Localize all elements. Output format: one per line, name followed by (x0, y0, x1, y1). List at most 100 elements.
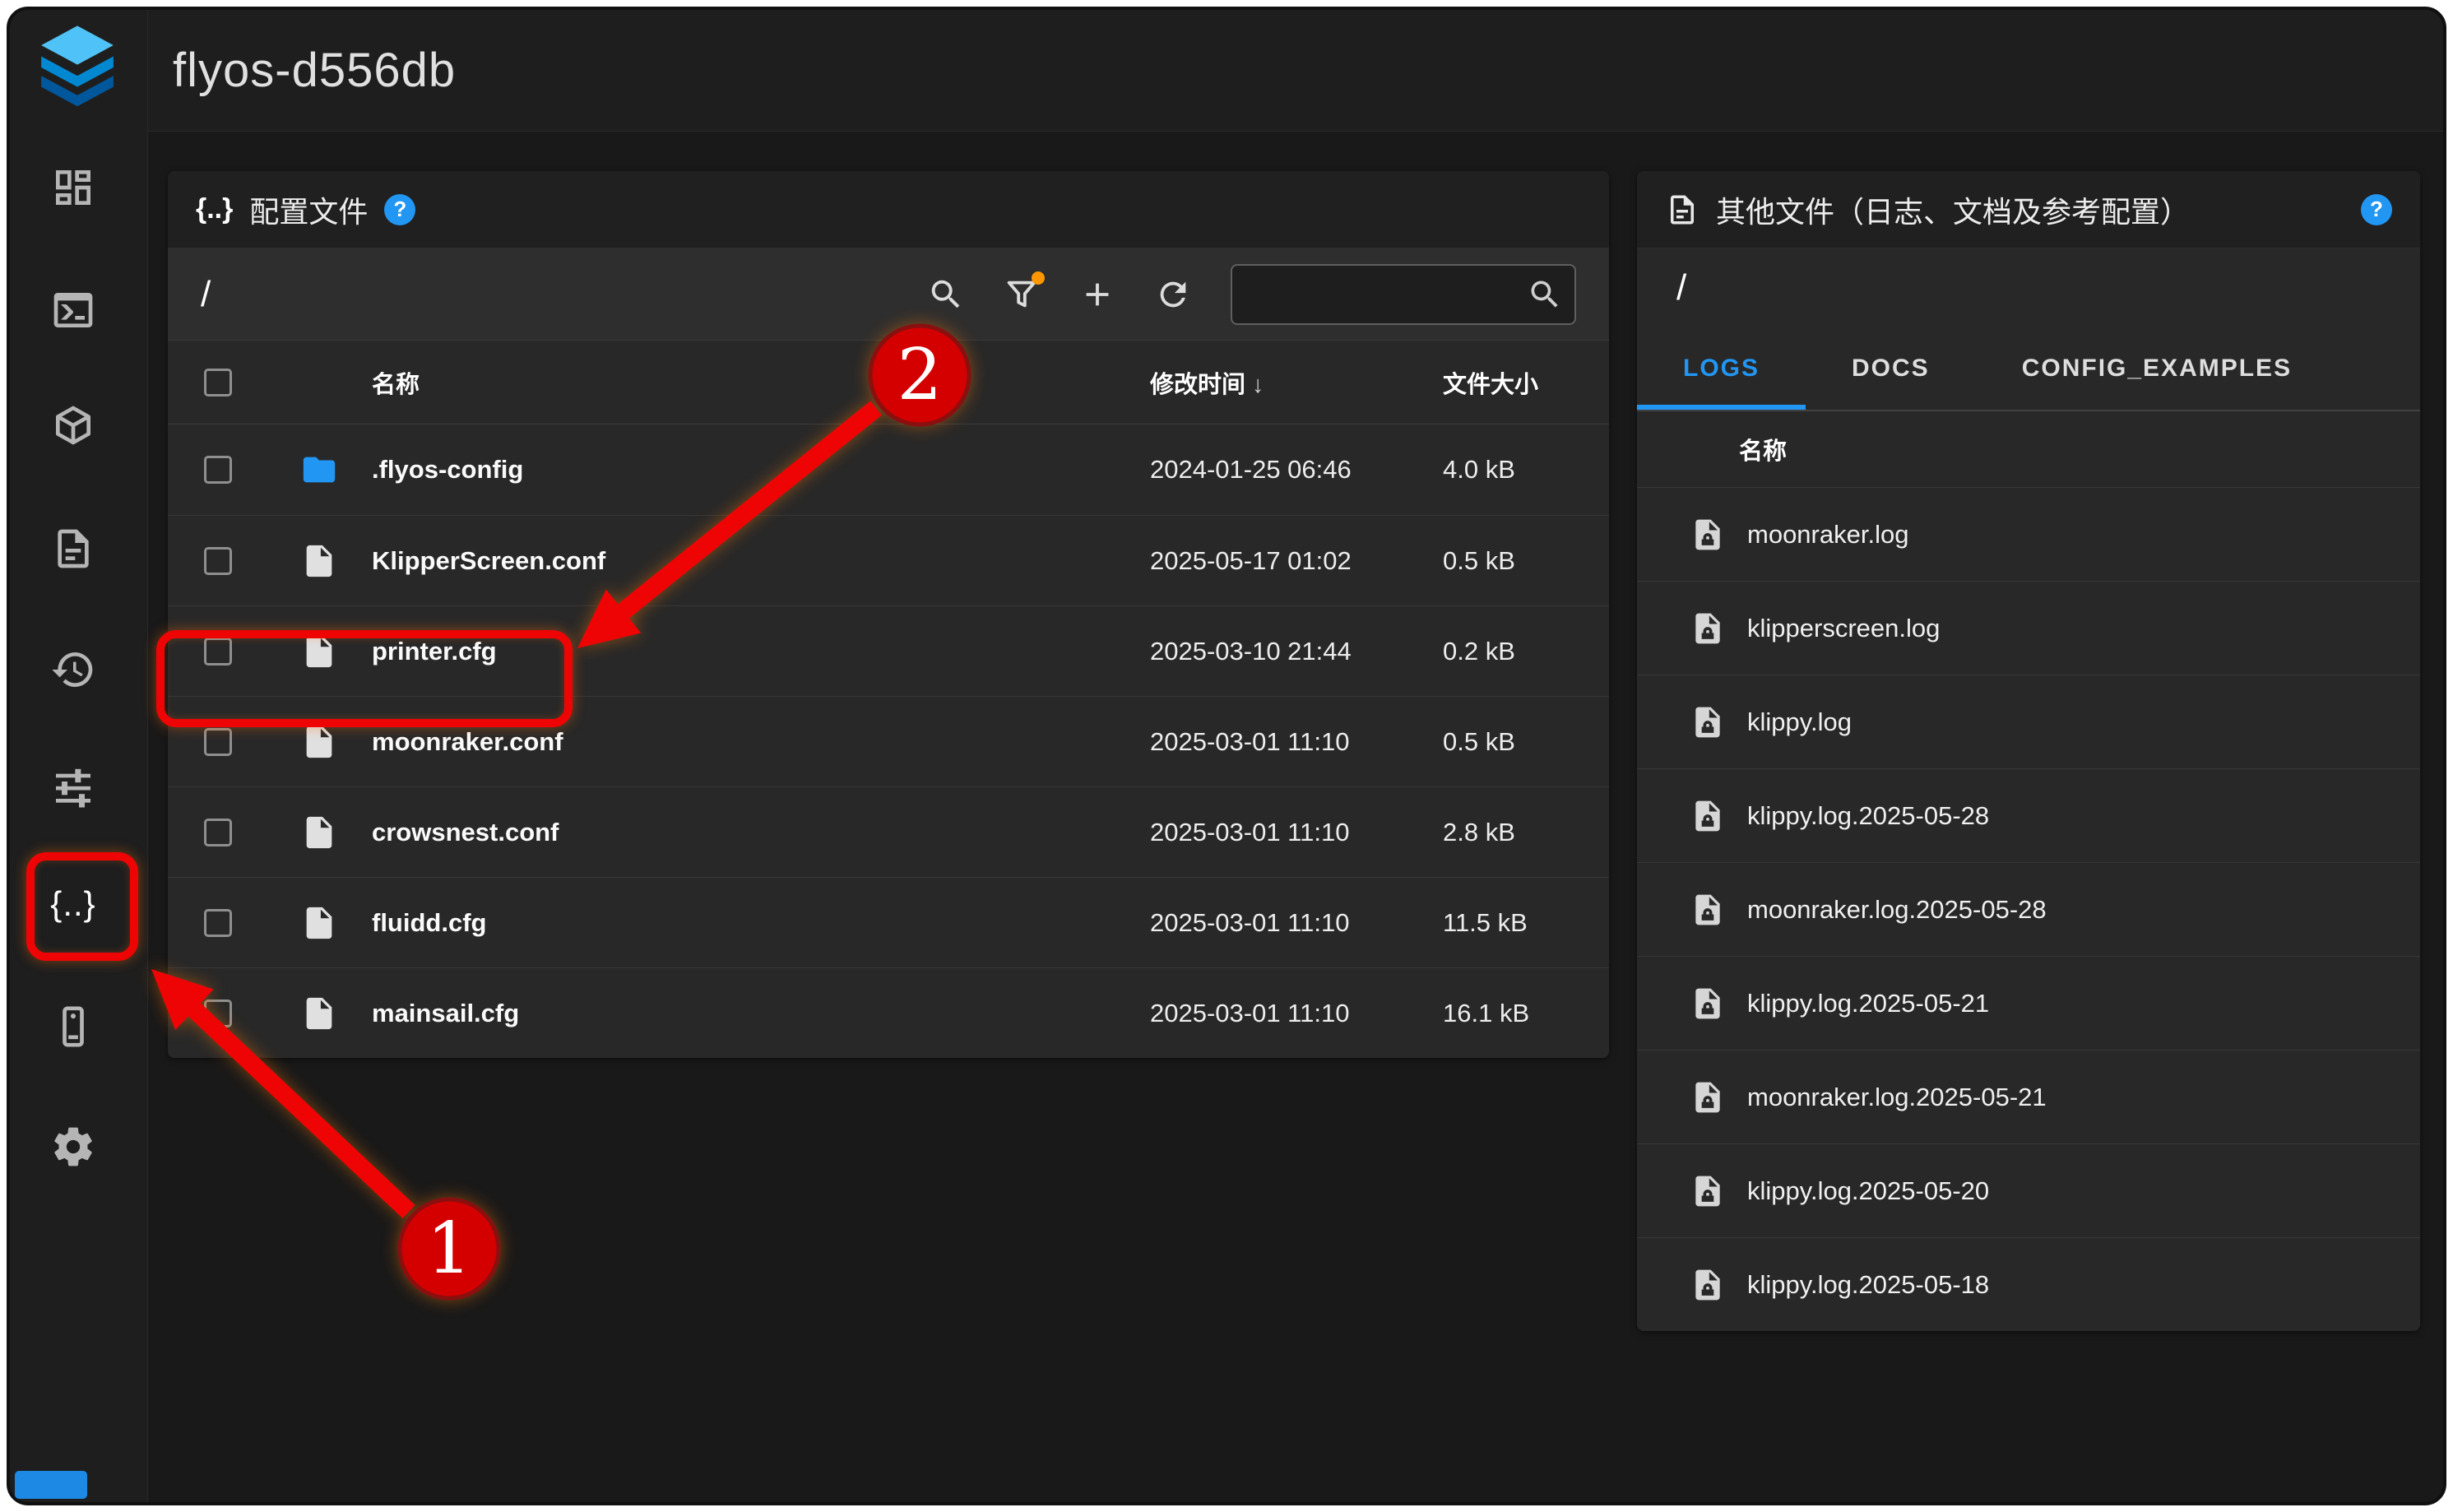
locked-file-icon (1690, 798, 1726, 834)
list-item[interactable]: klippy.log.2025-05-18 (1637, 1237, 2420, 1331)
console-icon[interactable] (34, 271, 113, 350)
log-file-name: klippy.log (1747, 707, 1852, 737)
locked-file-icon (1690, 1173, 1726, 1209)
file-type-icon (300, 542, 338, 580)
configure-braces-icon[interactable]: {..} (34, 865, 113, 944)
filter-icon[interactable] (1000, 273, 1043, 316)
column-name[interactable]: 名称 (372, 365, 1150, 400)
file-size: 2.8 kB (1443, 818, 1576, 847)
tab-logs[interactable]: LOGS (1637, 327, 1806, 410)
file-type-icon (300, 633, 338, 670)
file-name: KlipperScreen.conf (372, 546, 1150, 576)
search-icon[interactable] (925, 273, 967, 316)
log-file-name: moonraker.log.2025-05-28 (1747, 895, 2047, 925)
other-panel-header: 其他文件（日志、文档及参考配置） ? (1637, 171, 2420, 248)
file-name: mainsail.cfg (372, 999, 1150, 1028)
select-all-checkbox[interactable] (204, 369, 232, 397)
document-icon[interactable] (34, 509, 113, 588)
file-name: fluidd.cfg (372, 908, 1150, 938)
list-item[interactable]: moonraker.log.2025-05-21 (1637, 1050, 2420, 1143)
log-file-name: klippy.log.2025-05-20 (1747, 1176, 1989, 1206)
row-checkbox[interactable] (204, 638, 232, 666)
column-modified[interactable]: 修改时间↓ (1150, 365, 1443, 400)
file-size: 16.1 kB (1443, 999, 1576, 1028)
breadcrumb-path[interactable]: / (1637, 248, 2420, 327)
list-item[interactable]: klippy.log (1637, 675, 2420, 768)
braces-label: {..} (50, 884, 95, 924)
table-row[interactable]: printer.cfg 2025-03-10 21:44 0.2 kB (168, 605, 1609, 696)
row-checkbox[interactable] (204, 909, 232, 937)
file-modified: 2024-01-25 06:46 (1150, 455, 1443, 485)
log-file-list: moonraker.log klipperscreen.log klippy.l… (1637, 487, 2420, 1331)
column-name: 名称 (1637, 411, 2420, 487)
list-item[interactable]: klippy.log.2025-05-20 (1637, 1143, 2420, 1237)
dashboard-icon[interactable] (34, 148, 113, 227)
help-icon[interactable]: ? (384, 194, 415, 225)
list-item[interactable]: klippy.log.2025-05-28 (1637, 768, 2420, 862)
file-name: moonraker.conf (372, 727, 1150, 757)
row-checkbox[interactable] (204, 547, 232, 575)
locked-file-icon (1690, 986, 1726, 1022)
file-modified: 2025-03-01 11:10 (1150, 727, 1443, 757)
other-panel-title: 其他文件（日志、文档及参考配置） (1716, 188, 2190, 231)
annotation-circle-1 (400, 1199, 498, 1298)
settings-gear-icon[interactable] (34, 1107, 113, 1186)
list-item[interactable]: klipperscreen.log (1637, 581, 2420, 675)
log-file-name: klippy.log.2025-05-18 (1747, 1270, 1989, 1300)
file-type-icon (300, 995, 338, 1032)
row-checkbox[interactable] (204, 999, 232, 1027)
file-modified: 2025-03-01 11:10 (1150, 908, 1443, 938)
file-modified: 2025-03-01 11:10 (1150, 818, 1443, 847)
help-icon[interactable]: ? (2361, 194, 2392, 225)
file-size: 4.0 kB (1443, 455, 1576, 485)
annotation-step-1: 1 (427, 1208, 472, 1290)
system-host-icon[interactable] (34, 987, 113, 1066)
table-header-row: 名称 修改时间↓ 文件大小 (168, 341, 1609, 424)
add-file-icon[interactable] (1076, 273, 1119, 316)
sidebar-bottom-accent (15, 1471, 87, 1499)
other-files-panel: 其他文件（日志、文档及参考配置） ? / LOGS DOCS CONFIG_EX… (1637, 171, 2420, 1331)
file-type-icon (300, 723, 338, 761)
search-input-icon (1527, 276, 1563, 313)
refresh-icon[interactable] (1152, 273, 1194, 316)
config-toolbar: / (168, 248, 1609, 341)
sort-desc-icon: ↓ (1252, 372, 1264, 398)
table-row[interactable]: fluidd.cfg 2025-03-01 11:10 11.5 kB (168, 877, 1609, 967)
file-name: .flyos-config (372, 455, 1150, 485)
list-item[interactable]: moonraker.log.2025-05-28 (1637, 862, 2420, 956)
locked-file-icon (1690, 517, 1726, 553)
column-size[interactable]: 文件大小 (1443, 365, 1576, 400)
preview-cube-icon[interactable] (34, 386, 113, 465)
history-icon[interactable] (34, 630, 113, 709)
log-file-name: moonraker.log (1747, 520, 1908, 550)
row-checkbox[interactable] (204, 728, 232, 756)
table-row[interactable]: moonraker.conf 2025-03-01 11:10 0.5 kB (168, 696, 1609, 786)
table-row[interactable]: crowsnest.conf 2025-03-01 11:10 2.8 kB (168, 786, 1609, 877)
list-item[interactable]: klippy.log.2025-05-21 (1637, 956, 2420, 1050)
table-row[interactable]: mainsail.cfg 2025-03-01 11:10 16.1 kB (168, 967, 1609, 1058)
config-file-table: .flyos-config 2024-01-25 06:46 4.0 kB Kl… (168, 424, 1609, 1058)
table-row[interactable]: .flyos-config 2024-01-25 06:46 4.0 kB (168, 424, 1609, 515)
sidebar: {..} (10, 10, 148, 1502)
app-window: {..} flyos-d556db {..} 配置文件 ? (7, 7, 2446, 1505)
file-modified: 2025-03-01 11:10 (1150, 999, 1443, 1028)
row-checkbox[interactable] (204, 456, 232, 484)
locked-file-icon (1690, 1267, 1726, 1303)
file-size: 11.5 kB (1443, 908, 1576, 938)
config-panel-header: {..} 配置文件 ? (168, 171, 1609, 248)
tab-docs[interactable]: DOCS (1806, 327, 1976, 410)
filter-active-badge (1032, 271, 1045, 285)
file-type-icon (300, 904, 338, 942)
list-item[interactable]: moonraker.log (1637, 487, 2420, 581)
breadcrumb-path[interactable]: / (201, 274, 211, 315)
screenshot-page: {..} flyos-d556db {..} 配置文件 ? (0, 0, 2453, 1512)
search-box (1231, 264, 1576, 325)
tune-icon[interactable] (34, 748, 113, 827)
tab-config-examples[interactable]: CONFIG_EXAMPLES (1976, 327, 2338, 410)
search-input[interactable] (1231, 264, 1576, 325)
table-row[interactable]: KlipperScreen.conf 2025-05-17 01:02 0.5 … (168, 515, 1609, 605)
row-checkbox[interactable] (204, 819, 232, 846)
file-modified: 2025-05-17 01:02 (1150, 546, 1443, 576)
locked-file-icon (1690, 892, 1726, 928)
log-file-name: moonraker.log.2025-05-21 (1747, 1083, 2047, 1112)
